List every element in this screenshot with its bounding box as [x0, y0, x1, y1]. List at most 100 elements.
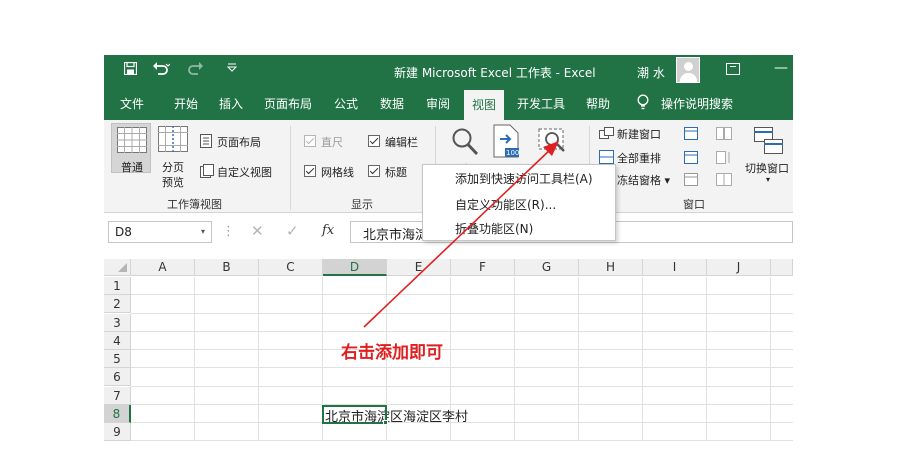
page-layout-button[interactable]: 页面布局 [217, 134, 261, 150]
row-header-4[interactable]: 4 [104, 332, 131, 350]
gridlines-checkbox[interactable] [304, 165, 316, 177]
row-header-9[interactable]: 9 [104, 423, 131, 441]
headings-checkbox[interactable] [368, 165, 380, 177]
arrange-all-button[interactable]: 全部重排 [617, 150, 661, 166]
new-window-button[interactable]: 新建窗口 [617, 126, 661, 142]
column-header-f[interactable]: F [451, 259, 515, 276]
new-window-icon[interactable] [599, 127, 614, 142]
excel-window: 新建 Microsoft Excel 工作表 - Excel 潮 水 — 文件 … [104, 55, 793, 441]
tab-data[interactable]: 数据 [380, 95, 404, 112]
formula-bar-checkbox[interactable] [368, 135, 380, 147]
zoom-100-value: 100 [506, 149, 520, 157]
row-header-1[interactable]: 1 [104, 277, 131, 295]
column-header-h[interactable]: H [579, 259, 643, 276]
headings-label: 标题 [385, 166, 407, 179]
avatar[interactable] [676, 57, 700, 83]
tab-view[interactable]: 视图 [464, 90, 505, 120]
grid-line [194, 277, 195, 441]
redo-icon[interactable] [188, 60, 206, 80]
switch-windows-icon[interactable] [754, 127, 784, 158]
grid-line [131, 386, 793, 387]
customize-qat-icon[interactable] [226, 61, 238, 79]
chevron-down-icon[interactable]: ▾ [201, 227, 205, 236]
view-side-by-side-icon[interactable] [716, 127, 732, 143]
column-header-d[interactable]: D [323, 259, 387, 276]
menu-item-add-to-quick-access[interactable]: 添加到快速访问工具栏(A) [455, 170, 593, 187]
grid-line [131, 367, 793, 368]
column-header-k[interactable] [771, 259, 793, 276]
unhide-window-icon[interactable] [684, 173, 698, 189]
name-box-value: D8 [115, 225, 132, 239]
active-cell-border[interactable] [322, 405, 387, 424]
normal-view-button[interactable]: 普通 [111, 123, 151, 174]
menu-item-customize-ribbon[interactable]: 自定义功能区(R)... [455, 196, 556, 213]
window-group-label: 窗口 [683, 198, 705, 211]
ribbon-tabs: 文件 开始 插入 页面布局 公式 数据 审阅 视图 开发工具 帮助 操作说明搜索 [104, 87, 793, 120]
ruler-checkbox[interactable] [304, 135, 316, 147]
grid-line [131, 349, 793, 350]
worksheet-grid[interactable]: A B C D E F G H I J 1 2 3 4 5 6 7 8 9 北京… [104, 259, 793, 441]
normal-view-label: 普通 [121, 161, 143, 174]
save-icon[interactable] [123, 61, 138, 79]
page-break-label-1: 分页 [162, 161, 184, 174]
reset-window-position-icon[interactable] [716, 173, 732, 189]
annotation-label: 右击添加即可 [341, 343, 443, 363]
column-header-a[interactable]: A [131, 259, 195, 276]
column-header-j[interactable]: J [707, 259, 771, 276]
formula-bar-label: 编辑栏 [385, 136, 418, 149]
ruler-label: 直尺 [321, 136, 343, 149]
user-name[interactable]: 潮 水 [637, 64, 665, 81]
row-header-7[interactable]: 7 [104, 387, 131, 405]
tab-help[interactable]: 帮助 [586, 95, 610, 112]
fill-handle[interactable] [383, 420, 388, 425]
select-all-button[interactable] [104, 259, 131, 276]
zoom-magnifier-icon[interactable] [451, 127, 479, 160]
column-header-c[interactable]: C [259, 259, 323, 276]
page-break-preview-icon[interactable] [158, 126, 188, 155]
tab-file[interactable]: 文件 [120, 95, 144, 112]
column-header-b[interactable]: B [195, 259, 259, 276]
tab-developer[interactable]: 开发工具 [517, 95, 565, 112]
grid-line [642, 277, 643, 441]
row-header-8[interactable]: 8 [104, 405, 131, 423]
grid-line [131, 404, 793, 405]
split-icon[interactable] [684, 127, 698, 143]
title-bar: 新建 Microsoft Excel 工作表 - Excel 潮 水 — [104, 55, 793, 87]
cancel-icon[interactable]: ✕ [251, 222, 264, 240]
undo-icon[interactable] [152, 60, 171, 80]
synchronous-scrolling-icon[interactable] [716, 151, 732, 167]
page-layout-icon[interactable] [200, 134, 212, 151]
menu-item-collapse-ribbon[interactable]: 折叠功能区(N) [455, 220, 533, 237]
tab-home[interactable]: 开始 [174, 95, 198, 112]
zoom-to-selection-icon[interactable] [538, 128, 568, 159]
column-header-i[interactable]: I [643, 259, 707, 276]
tab-page-layout[interactable]: 页面布局 [264, 95, 312, 112]
grid-line [131, 313, 793, 314]
row-header-6[interactable]: 6 [104, 368, 131, 386]
switch-windows-label[interactable]: 切换窗口 [745, 160, 789, 176]
lightbulb-icon[interactable] [637, 94, 649, 110]
insert-function-icon[interactable]: fx [322, 223, 334, 238]
ribbon-display-options-icon[interactable] [726, 63, 740, 75]
freeze-panes-button[interactable]: 冻结窗格 ▾ [617, 172, 670, 188]
tell-me-search[interactable]: 操作说明搜索 [661, 95, 733, 112]
tab-review[interactable]: 审阅 [426, 95, 450, 112]
tab-insert[interactable]: 插入 [219, 95, 243, 112]
column-header-e[interactable]: E [387, 259, 451, 276]
grid-line [514, 277, 515, 441]
hide-window-icon[interactable] [684, 151, 698, 167]
window-title: 新建 Microsoft Excel 工作表 - Excel [394, 66, 596, 80]
name-box[interactable]: D8 ▾ [108, 221, 212, 243]
row-header-5[interactable]: 5 [104, 350, 131, 368]
column-header-g[interactable]: G [515, 259, 579, 276]
row-header-3[interactable]: 3 [104, 314, 131, 332]
custom-views-button[interactable]: 自定义视图 [217, 164, 272, 180]
show-group-label: 显示 [351, 198, 373, 211]
grid-line [770, 277, 771, 441]
enter-icon[interactable]: ✓ [286, 222, 299, 240]
row-header-2[interactable]: 2 [104, 295, 131, 313]
minimize-icon[interactable]: — [774, 60, 788, 76]
custom-views-icon[interactable] [200, 164, 214, 181]
tab-formulas[interactable]: 公式 [334, 95, 358, 112]
context-menu: 添加到快速访问工具栏(A) 自定义功能区(R)... 折叠功能区(N) [422, 164, 616, 241]
